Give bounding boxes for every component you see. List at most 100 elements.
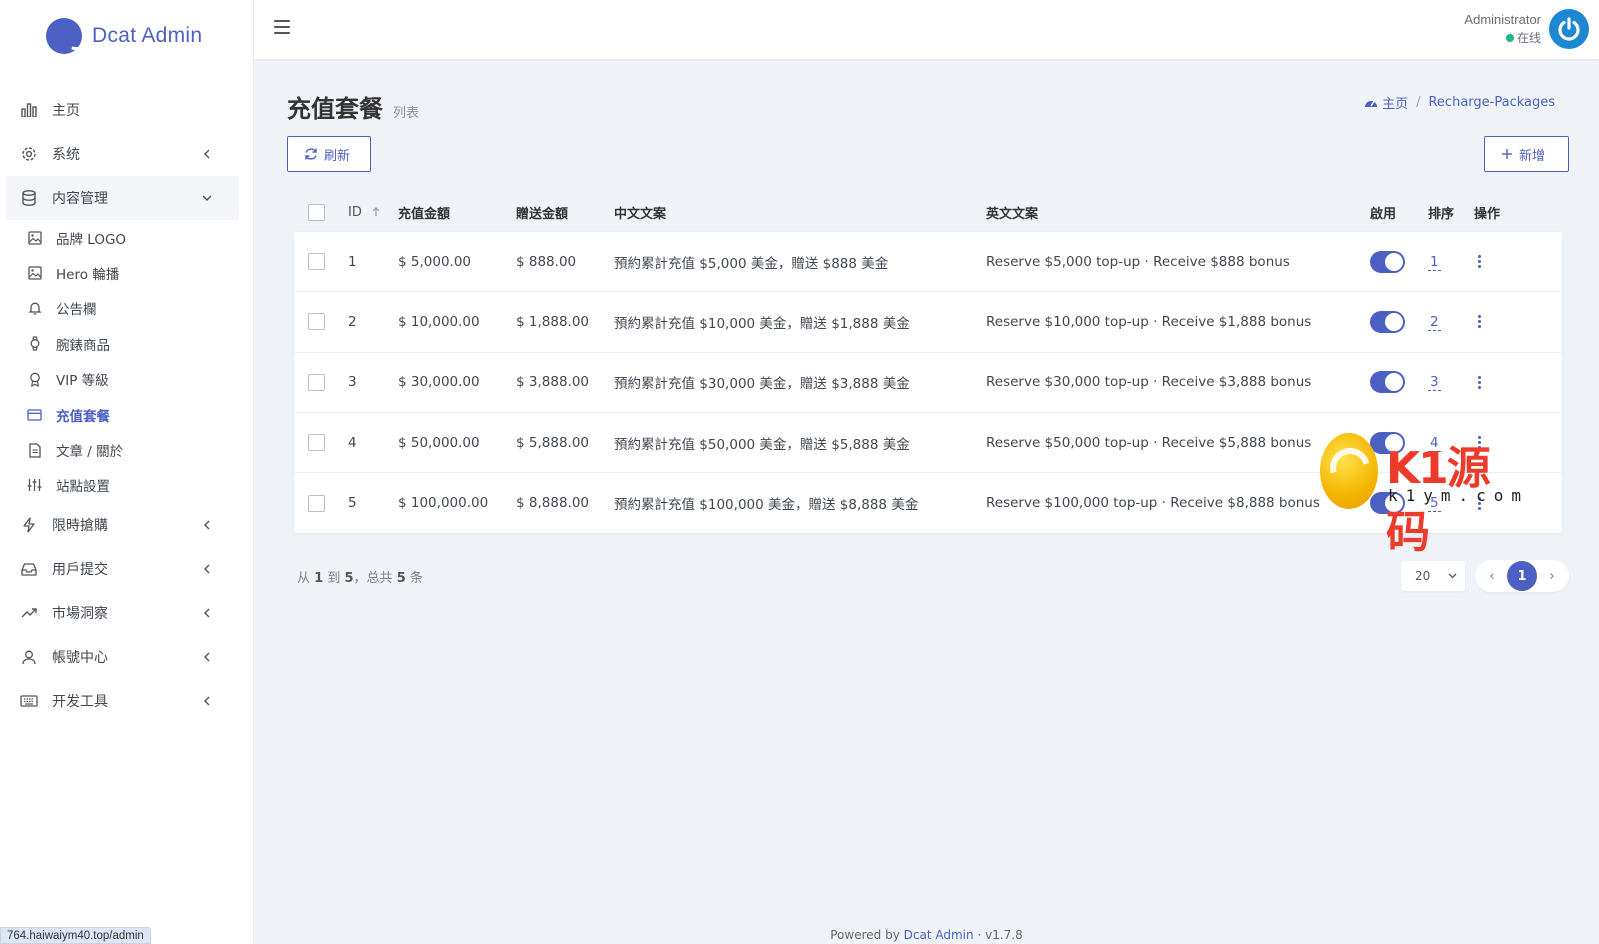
keyboard-icon xyxy=(20,692,38,710)
sidebar-nav: 主页 系统 内容管理 品牌 LOGO Hero 輪播 公告欄 腕錶商品 VIP … xyxy=(0,72,253,723)
row-checkbox[interactable] xyxy=(308,253,325,271)
refresh-icon xyxy=(304,147,318,161)
row-checkbox[interactable] xyxy=(308,434,325,452)
cell-amount: $ 50,000.00 xyxy=(398,434,480,451)
page-title: 充值套餐 xyxy=(287,95,383,123)
cell-id: 2 xyxy=(348,313,357,330)
sort-arrow-up-icon[interactable] xyxy=(370,206,382,218)
sidebar-item-articles[interactable]: 文章 / 關於 xyxy=(0,432,253,467)
sidebar-item-home[interactable]: 主页 xyxy=(6,88,239,132)
sidebar-item-label: VIP 等級 xyxy=(56,373,109,390)
prev-page-icon[interactable]: ‹ xyxy=(1481,569,1503,584)
new-button-label: 新增 xyxy=(1519,148,1546,164)
cell-amount: $ 10,000.00 xyxy=(398,313,480,330)
pagination-info-prefix: 从 xyxy=(297,570,311,586)
cell-sort: 1 xyxy=(1428,253,1474,271)
next-page-icon[interactable]: › xyxy=(1541,569,1563,584)
pager: ‹ 1 › xyxy=(1475,560,1569,592)
sort-editable-link[interactable]: 3 xyxy=(1428,374,1441,392)
row-checkbox-cell xyxy=(294,373,348,391)
cell-enabled xyxy=(1370,250,1428,273)
column-header-id[interactable]: ID xyxy=(348,205,398,220)
cell-en-copy: Reserve $10,000 top-up · Receive $1,888 … xyxy=(986,313,1312,330)
row-checkbox-cell xyxy=(294,253,348,271)
row-checkbox[interactable] xyxy=(308,494,325,512)
cell-id: 5 xyxy=(348,495,357,512)
sidebar-item-label: 腕錶商品 xyxy=(56,337,110,354)
sidebar-item-label: 充值套餐 xyxy=(56,408,110,425)
pagination-to: 5 xyxy=(344,570,354,586)
file-text-icon xyxy=(27,442,42,458)
page-header: 充值套餐 列表 xyxy=(287,89,419,124)
sidebar-item-vip[interactable]: VIP 等級 xyxy=(0,362,253,397)
pagination-total: 5 xyxy=(396,570,406,586)
row-checkbox-cell xyxy=(294,313,348,331)
more-vertical-icon[interactable] xyxy=(1474,314,1484,329)
page-number-button[interactable]: 1 xyxy=(1507,561,1537,591)
select-all-checkbox[interactable] xyxy=(308,203,325,221)
sliders-icon xyxy=(27,478,42,493)
breadcrumb-home[interactable]: 主页 xyxy=(1382,93,1408,112)
table-row: 1 $ 5,000.00 $ 888.00 預約累計充值 $5,000 美金，贈… xyxy=(294,232,1562,293)
cell-id: 4 xyxy=(348,434,357,451)
row-checkbox[interactable] xyxy=(308,313,325,331)
sidebar-item-label: Hero 輪播 xyxy=(56,267,120,284)
sidebar-item-label: 用戶提交 xyxy=(52,562,108,579)
footer-link[interactable]: Dcat Admin xyxy=(904,928,974,942)
pagination-from: 1 xyxy=(314,570,324,586)
sidebar-item-content[interactable]: 内容管理 xyxy=(6,176,239,220)
more-vertical-icon[interactable] xyxy=(1474,375,1484,390)
user-info: Administrator 在线 xyxy=(1464,12,1541,46)
sidebar-item-label: 开发工具 xyxy=(52,694,108,711)
column-header-id-label: ID xyxy=(348,204,362,220)
trending-up-icon xyxy=(20,604,38,622)
refresh-button[interactable]: 刷新 xyxy=(287,136,371,172)
sidebar-item-label: 公告欄 xyxy=(56,302,97,319)
sort-editable-link[interactable]: 1 xyxy=(1428,253,1441,271)
cell-sort: 3 xyxy=(1428,374,1474,392)
sidebar-item-flash-sale[interactable]: 限時搶購 xyxy=(6,503,239,547)
avatar[interactable] xyxy=(1549,9,1589,49)
cell-amount: $ 30,000.00 xyxy=(398,374,480,391)
select-all-cell xyxy=(287,203,341,221)
more-vertical-icon[interactable] xyxy=(1474,254,1484,269)
sidebar-item-account-center[interactable]: 帳號中心 xyxy=(6,635,239,679)
sidebar-item-hero[interactable]: Hero 輪播 xyxy=(0,255,253,290)
new-button[interactable]: 新增 xyxy=(1484,136,1569,172)
brand[interactable]: Dcat Admin xyxy=(0,0,253,72)
breadcrumb-current: Recharge-Packages xyxy=(1428,95,1555,110)
sidebar-item-brand-logo[interactable]: 品牌 LOGO xyxy=(0,220,253,255)
sidebar-item-label: 市場洞察 xyxy=(52,606,108,623)
sidebar-submenu-content: 品牌 LOGO Hero 輪播 公告欄 腕錶商品 VIP 等級 充值套餐 文章 … xyxy=(0,220,253,503)
chevron-left-icon xyxy=(201,607,213,619)
cell-amount: $ 100,000.00 xyxy=(398,495,489,512)
column-header-zh-copy: 中文文案 xyxy=(614,206,667,222)
enabled-toggle[interactable] xyxy=(1370,371,1405,394)
enabled-toggle[interactable] xyxy=(1370,250,1405,273)
chevron-left-icon xyxy=(201,695,213,707)
row-checkbox[interactable] xyxy=(308,373,325,391)
table-row: 2 $ 10,000.00 $ 1,888.00 預約累計充值 $10,000 … xyxy=(294,292,1562,353)
sidebar-item-dev-tools[interactable]: 开发工具 xyxy=(6,679,239,723)
user-menu[interactable]: Administrator 在线 xyxy=(1464,9,1589,49)
credit-card-icon xyxy=(27,407,42,422)
sidebar-item-watch[interactable]: 腕錶商品 xyxy=(0,326,253,361)
cell-zh-copy: 預約累計充值 $10,000 美金，贈送 $1,888 美金 xyxy=(614,315,910,332)
per-page-select[interactable]: 20 xyxy=(1401,561,1465,591)
sidebar-item-announcement[interactable]: 公告欄 xyxy=(0,291,253,326)
chevron-left-icon xyxy=(201,563,213,575)
sidebar-item-recharge-packages[interactable]: 充值套餐 xyxy=(0,397,253,432)
menu-toggle-icon[interactable] xyxy=(274,20,290,34)
enabled-toggle[interactable] xyxy=(1370,310,1405,333)
cell-bonus: $ 888.00 xyxy=(516,253,577,270)
sidebar-item-user-submissions[interactable]: 用戶提交 xyxy=(6,547,239,591)
watch-icon xyxy=(27,336,42,351)
sidebar-item-market-insights[interactable]: 市場洞察 xyxy=(6,591,239,635)
sidebar-item-label: 帳號中心 xyxy=(52,650,108,667)
footer: Powered by Dcat Admin · v1.7.8 xyxy=(254,928,1599,942)
breadcrumb: 主页 / Recharge-Packages xyxy=(1364,93,1555,112)
sidebar-item-site-settings[interactable]: 站點設置 xyxy=(0,468,253,503)
sidebar-item-system[interactable]: 系统 xyxy=(6,132,239,176)
pagination-to-word: 到 xyxy=(327,570,341,586)
sort-editable-link[interactable]: 2 xyxy=(1428,313,1441,331)
